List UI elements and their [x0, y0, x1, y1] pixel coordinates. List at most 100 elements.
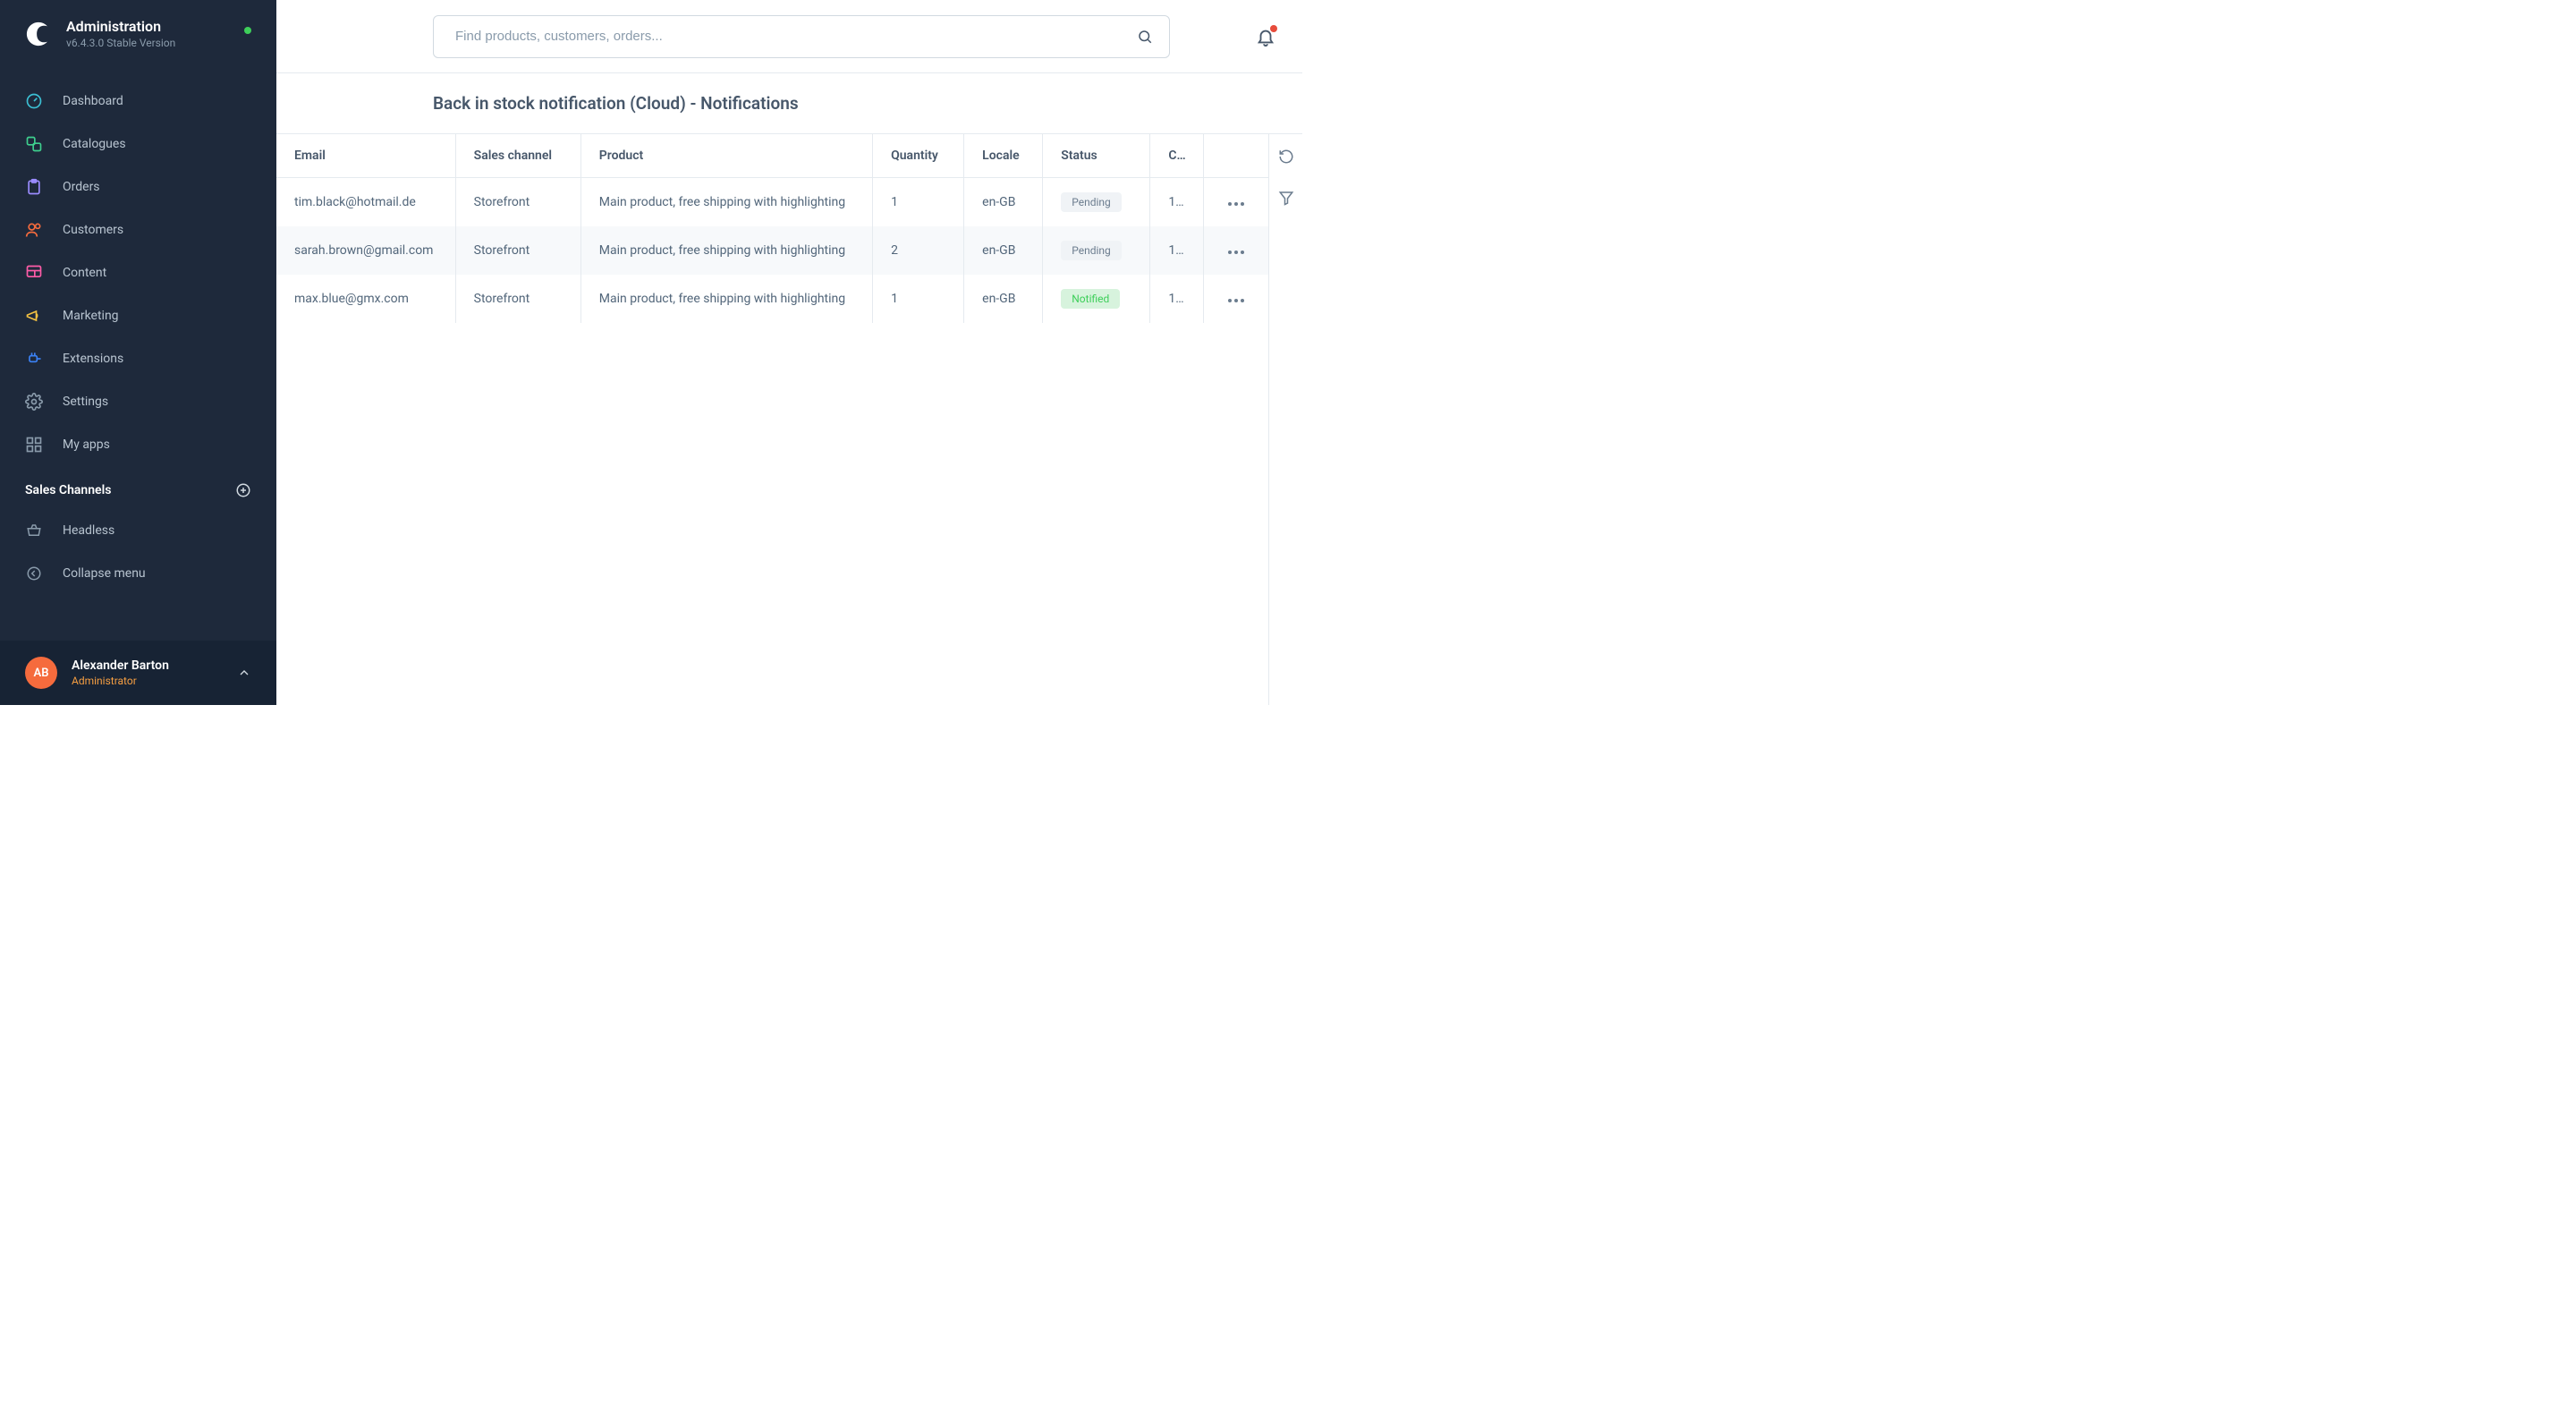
row-actions-button[interactable] — [1228, 202, 1244, 206]
sidebar-item-label: Catalogues — [63, 137, 126, 151]
cell-actions — [1204, 178, 1268, 227]
sidebar-item-catalogues[interactable]: Catalogues — [0, 123, 276, 166]
add-sales-channel-button[interactable] — [235, 482, 251, 498]
user-name: Alexander Barton — [72, 658, 169, 673]
users-icon — [25, 221, 43, 239]
gauge-icon — [25, 92, 43, 110]
status-badge: Pending — [1061, 241, 1122, 260]
table-container: Email Sales channel Product Quantity Loc… — [276, 133, 1268, 705]
notifications-table: Email Sales channel Product Quantity Loc… — [276, 134, 1268, 323]
sidebar-item-label: Content — [63, 266, 106, 280]
sidebar-item-extensions[interactable]: Extensions — [0, 337, 276, 380]
page-title: Back in stock notification (Cloud) - Not… — [276, 73, 1302, 133]
basket-icon — [25, 522, 43, 539]
sidebar-item-label: My apps — [63, 437, 110, 452]
clipboard-icon — [25, 178, 43, 196]
sidebar-item-label: Extensions — [63, 352, 123, 366]
sidebar: Administration v6.4.3.0 Stable Version D… — [0, 0, 276, 705]
collapse-menu-button[interactable]: Collapse menu — [0, 552, 276, 595]
sidebar-item-label: Customers — [63, 223, 123, 237]
cell-product: Main product, free shipping with highlig… — [580, 275, 872, 323]
sidebar-item-headless[interactable]: Headless — [0, 509, 276, 552]
chevron-left-circle-icon — [25, 565, 43, 582]
sidebar-item-label: Marketing — [63, 309, 119, 323]
cell-sales-channel: Storefront — [455, 275, 580, 323]
sidebar-item-label: Dashboard — [63, 94, 123, 108]
megaphone-icon — [25, 307, 43, 325]
cell-locale: en-GB — [964, 178, 1043, 227]
th-status[interactable]: Status — [1043, 134, 1150, 178]
filter-button[interactable] — [1278, 190, 1294, 206]
user-panel[interactable]: AB Alexander Barton Administrator — [0, 641, 276, 705]
grid-icon — [25, 436, 43, 454]
sales-channels-label: Sales Channels — [25, 483, 111, 497]
th-sales-channel[interactable]: Sales channel — [455, 134, 580, 178]
cell-created: 15. — [1150, 275, 1204, 323]
refresh-icon — [1278, 149, 1294, 165]
sidebar-header: Administration v6.4.3.0 Stable Version — [0, 0, 276, 65]
sidebar-item-myapps[interactable]: My apps — [0, 423, 276, 466]
th-actions — [1204, 134, 1268, 178]
search-input[interactable] — [455, 29, 1124, 44]
brand-logo-icon — [25, 21, 52, 47]
sidebar-item-label: Settings — [63, 395, 108, 409]
main-content: Back in stock notification (Cloud) - Not… — [276, 0, 1302, 705]
sidebar-item-orders[interactable]: Orders — [0, 166, 276, 208]
sales-channels-header: Sales Channels — [0, 466, 276, 509]
status-dot-icon — [244, 27, 251, 34]
th-quantity[interactable]: Quantity — [873, 134, 964, 178]
table-row[interactable]: max.blue@gmx.comStorefrontMain product, … — [276, 275, 1268, 323]
topbar — [276, 0, 1302, 73]
table-side-tools — [1268, 133, 1302, 705]
cell-created: 15. — [1150, 178, 1204, 227]
sidebar-item-customers[interactable]: Customers — [0, 208, 276, 251]
cell-product: Main product, free shipping with highlig… — [580, 178, 872, 227]
th-email[interactable]: Email — [276, 134, 455, 178]
cell-quantity: 2 — [873, 226, 964, 275]
status-badge: Notified — [1061, 289, 1120, 309]
catalogue-icon — [25, 135, 43, 153]
search-box[interactable] — [433, 15, 1170, 58]
cell-status: Pending — [1043, 178, 1150, 227]
filter-icon — [1278, 190, 1294, 206]
cell-created: 15. — [1150, 226, 1204, 275]
row-actions-button[interactable] — [1228, 251, 1244, 254]
sidebar-item-marketing[interactable]: Marketing — [0, 294, 276, 337]
cell-sales-channel: Storefront — [455, 178, 580, 227]
chevron-up-icon — [237, 666, 251, 680]
app-title: Administration — [66, 18, 175, 35]
row-actions-button[interactable] — [1228, 299, 1244, 302]
search-icon — [1137, 29, 1153, 45]
cell-locale: en-GB — [964, 226, 1043, 275]
sidebar-item-label: Orders — [63, 180, 100, 194]
sidebar-item-content[interactable]: Content — [0, 251, 276, 294]
cell-actions — [1204, 226, 1268, 275]
plug-icon — [25, 350, 43, 368]
notifications-button[interactable] — [1250, 21, 1281, 52]
cell-locale: en-GB — [964, 275, 1043, 323]
cell-status: Notified — [1043, 275, 1150, 323]
cell-quantity: 1 — [873, 178, 964, 227]
cell-product: Main product, free shipping with highlig… — [580, 226, 872, 275]
cell-actions — [1204, 275, 1268, 323]
table-row[interactable]: tim.black@hotmail.deStorefrontMain produ… — [276, 178, 1268, 227]
status-badge: Pending — [1061, 192, 1122, 212]
sidebar-item-label: Headless — [63, 523, 114, 538]
cell-status: Pending — [1043, 226, 1150, 275]
cell-email: tim.black@hotmail.de — [276, 178, 455, 227]
cell-sales-channel: Storefront — [455, 226, 580, 275]
sidebar-item-dashboard[interactable]: Dashboard — [0, 80, 276, 123]
collapse-label: Collapse menu — [63, 566, 146, 581]
sidebar-item-settings[interactable]: Settings — [0, 380, 276, 423]
cell-email: sarah.brown@gmail.com — [276, 226, 455, 275]
th-product[interactable]: Product — [580, 134, 872, 178]
notification-dot-icon — [1270, 25, 1277, 32]
refresh-button[interactable] — [1278, 149, 1294, 165]
th-created[interactable]: Created at — [1150, 134, 1204, 178]
th-locale[interactable]: Locale — [964, 134, 1043, 178]
user-role: Administrator — [72, 675, 169, 687]
cell-email: max.blue@gmx.com — [276, 275, 455, 323]
table-row[interactable]: sarah.brown@gmail.comStorefrontMain prod… — [276, 226, 1268, 275]
app-version: v6.4.3.0 Stable Version — [66, 37, 175, 49]
cell-quantity: 1 — [873, 275, 964, 323]
